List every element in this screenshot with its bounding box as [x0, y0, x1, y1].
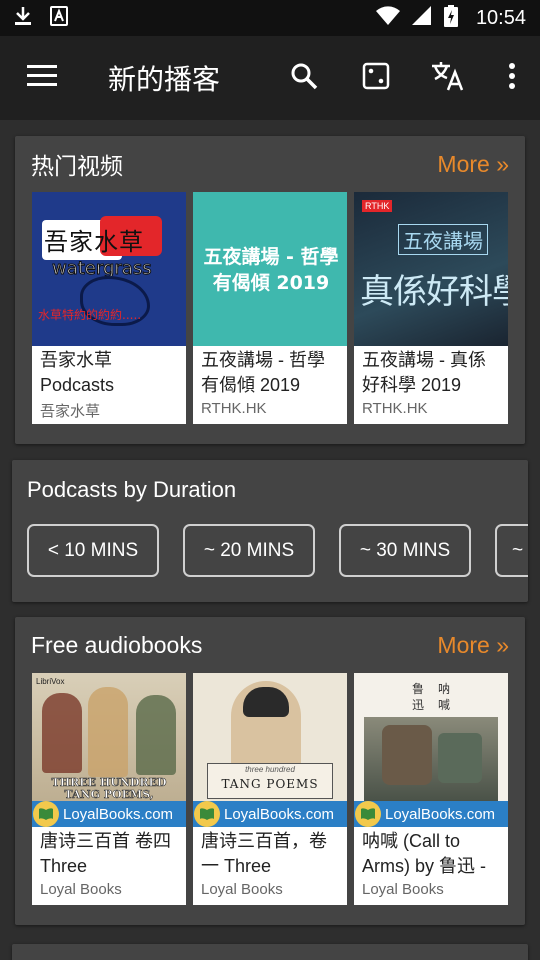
tile-source: 吾家水草 — [40, 403, 101, 420]
section-title: Podcasts by Duration — [27, 477, 237, 502]
book-logo-icon — [355, 801, 381, 827]
audiobook-cover: three hundred TANG POEMS LoyalBooks.com — [193, 673, 347, 827]
artwork-subtitle: 真係好科學 — [360, 272, 508, 312]
more-link[interactable]: More » — [437, 632, 509, 659]
audiobook-cover: 鲁迅 呐喊 LoyalBooks.com — [354, 673, 508, 827]
audiobook-tile[interactable]: LibriVox THREE HUNDRED TANG POEMS, Loyal… — [32, 673, 186, 905]
podcast-artwork: 五夜講場 - 哲學有偈傾 2019 — [193, 192, 347, 346]
duration-chip-20[interactable]: ~ 20 MINS — [183, 524, 315, 577]
podcast-artwork: 吾家水草 watergrass 水草特約的約約..... — [32, 192, 186, 346]
translate-icon — [431, 60, 465, 97]
duration-card: Podcasts by Duration < 10 MINS ~ 20 MINS… — [12, 460, 528, 602]
podcast-tile[interactable]: RTHK 五夜講場 真係好科學 五夜講場 - 真係好科學 2019 RTHK.H… — [354, 192, 508, 424]
translate-a-icon — [50, 5, 68, 31]
tile-title: 五夜講場 - 真係好科學 2019 — [362, 350, 486, 395]
artwork-logo: RTHK — [362, 200, 393, 212]
more-link[interactable]: More » — [437, 151, 509, 178]
artwork-title: 鲁迅 — [412, 682, 425, 712]
loyalbooks-badge: LoyalBooks.com — [193, 801, 347, 827]
artwork-title: TANG POEMS — [221, 777, 319, 791]
artwork-title: 五夜講場 - 哲學有偈傾 2019 — [203, 246, 339, 294]
download-icon — [14, 6, 32, 31]
audiobooks-card: Free audiobooks More » LibriVox THREE HU… — [15, 617, 525, 925]
artwork-title: THREE HUNDRED TANG POEMS, — [51, 776, 167, 801]
book-logo-icon — [33, 801, 59, 827]
book-logo-icon — [194, 801, 220, 827]
tile-title: 唐诗三百首 卷四 Three — [40, 831, 172, 876]
artwork-logo: LibriVox — [36, 677, 65, 686]
dice-icon — [362, 62, 390, 95]
duration-chip-10[interactable]: < 10 MINS — [27, 524, 159, 577]
podcast-tile[interactable]: 吾家水草 watergrass 水草特約的約約..... 吾家水草 Podcas… — [32, 192, 186, 424]
tile-title: 呐喊 (Call to Arms) by 鲁迅 - — [362, 831, 486, 876]
tile-source: Loyal Books — [201, 881, 283, 898]
search-button[interactable] — [268, 36, 340, 120]
audiobook-tile[interactable]: 鲁迅 呐喊 LoyalBooks.com 呐喊 (Call to Arms) b… — [354, 673, 508, 905]
audiobook-tile[interactable]: three hundred TANG POEMS LoyalBooks.com … — [193, 673, 347, 905]
podcast-artwork: RTHK 五夜講場 真係好科學 — [354, 192, 508, 346]
artwork-subtitle: three hundred — [245, 765, 295, 774]
duration-chip-30[interactable]: ~ 30 MINS — [339, 524, 471, 577]
podcast-tile[interactable]: 五夜講場 - 哲學有偈傾 2019 五夜講場 - 哲學有偈傾 2019 RTHK… — [193, 192, 347, 424]
overflow-icon — [508, 62, 516, 95]
status-time: 10:54 — [475, 6, 526, 29]
section-title: Free audiobooks — [31, 631, 203, 658]
signal-icon — [411, 5, 432, 31]
artwork-caption: 水草特約的約約..... — [38, 308, 142, 322]
tile-source: RTHK.HK — [201, 400, 267, 417]
battery-charging-icon — [443, 4, 458, 32]
duration-chip-more[interactable]: ~ — [495, 524, 528, 577]
tile-title: 吾家水草 Podcasts — [40, 350, 115, 395]
tile-title: 五夜講場 - 哲學有偈傾 2019 — [201, 350, 325, 395]
loyalbooks-badge: LoyalBooks.com — [32, 801, 186, 827]
random-button[interactable] — [340, 36, 412, 120]
tile-title: 唐诗三百首，卷一 Three — [201, 831, 327, 876]
section-title: 热门视频 — [31, 153, 123, 179]
tile-source: Loyal Books — [362, 881, 444, 898]
translate-button[interactable] — [412, 36, 484, 120]
app-bar: 新的播客 — [0, 36, 540, 120]
tile-source: RTHK.HK — [362, 400, 428, 417]
artwork-subtitle: 呐喊 — [438, 682, 451, 712]
loyalbooks-badge: LoyalBooks.com — [354, 801, 508, 827]
menu-button[interactable] — [0, 36, 84, 120]
page-title: 新的播客 — [108, 63, 221, 96]
status-bar: 10:54 — [0, 0, 540, 36]
next-section-card — [12, 944, 528, 960]
artwork-title: 吾家水草 — [44, 228, 144, 256]
hot-videos-card: 热门视频 More » 吾家水草 watergrass 水草特約的約約.....… — [15, 136, 525, 444]
wifi-icon — [375, 5, 400, 31]
search-icon — [290, 62, 318, 95]
menu-icon — [27, 64, 57, 92]
artwork-title: 五夜講場 — [398, 224, 488, 255]
tile-source: Loyal Books — [40, 881, 122, 898]
audiobook-cover: LibriVox THREE HUNDRED TANG POEMS, Loyal… — [32, 673, 186, 827]
overflow-menu-button[interactable] — [484, 36, 540, 120]
